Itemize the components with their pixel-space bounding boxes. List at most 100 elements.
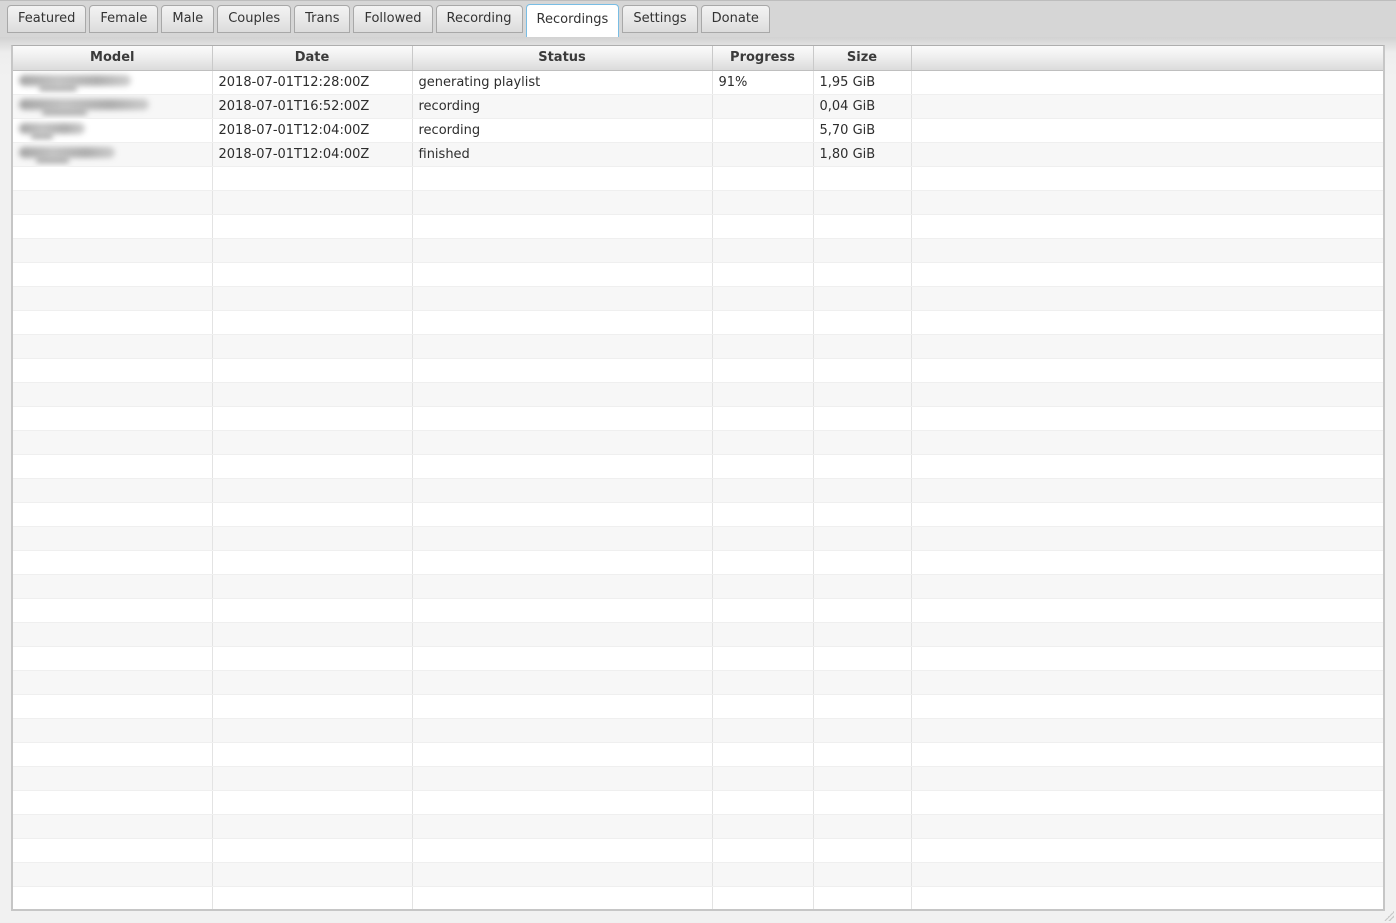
progress-cell (712, 670, 814, 695)
empty-table-row[interactable] (13, 886, 1383, 909)
empty-table-row[interactable] (13, 190, 1383, 215)
status-cell (412, 526, 713, 551)
date-cell (212, 766, 413, 791)
progress-cell (712, 886, 814, 909)
size-cell (813, 358, 912, 383)
empty-table-row[interactable] (13, 598, 1383, 623)
empty-table-row[interactable] (13, 718, 1383, 743)
date-cell (212, 358, 413, 383)
size-cell (813, 478, 912, 503)
redacted-model-name (19, 146, 115, 163)
size-cell: 0,04 GiB (813, 94, 912, 119)
date-cell: 2018-07-01T12:28:00Z (212, 70, 413, 95)
tab-followed[interactable]: Followed (353, 5, 433, 33)
date-cell (212, 838, 413, 863)
status-cell (412, 886, 713, 909)
date-cell (212, 310, 413, 335)
size-cell (813, 430, 912, 455)
filler-cell (911, 214, 1383, 239)
progress-cell (712, 862, 814, 887)
tab-female[interactable]: Female (89, 5, 159, 33)
empty-table-row[interactable] (13, 454, 1383, 479)
model-cell (13, 670, 213, 695)
progress-cell (712, 766, 814, 791)
model-cell (13, 70, 213, 95)
empty-table-row[interactable] (13, 622, 1383, 647)
empty-table-row[interactable] (13, 262, 1383, 287)
empty-table-row[interactable] (13, 334, 1383, 359)
empty-table-row[interactable] (13, 478, 1383, 503)
model-cell (13, 118, 213, 143)
progress-cell (712, 622, 814, 647)
empty-table-row[interactable] (13, 838, 1383, 863)
size-cell (813, 166, 912, 191)
status-cell: finished (412, 142, 713, 167)
date-cell (212, 430, 413, 455)
column-header-filler[interactable] (911, 46, 1383, 71)
date-cell (212, 478, 413, 503)
size-cell (813, 670, 912, 695)
empty-table-row[interactable] (13, 790, 1383, 815)
progress-cell (712, 550, 814, 575)
model-cell (13, 454, 213, 479)
date-cell (212, 262, 413, 287)
empty-table-row[interactable] (13, 766, 1383, 791)
status-cell (412, 862, 713, 887)
table-row[interactable]: 2018-07-01T16:52:00Z recording 0,04 GiB (13, 94, 1383, 119)
table-row[interactable]: 2018-07-01T12:28:00Z generating playlist 9… (13, 70, 1383, 95)
column-header-progress[interactable]: Progress (712, 46, 814, 71)
empty-table-row[interactable] (13, 670, 1383, 695)
empty-table-row[interactable] (13, 214, 1383, 239)
empty-table-row[interactable] (13, 526, 1383, 551)
empty-table-row[interactable] (13, 286, 1383, 311)
model-cell (13, 886, 213, 909)
resize-grip-icon[interactable] (1383, 910, 1395, 922)
filler-cell (911, 430, 1383, 455)
model-cell (13, 598, 213, 623)
empty-table-row[interactable] (13, 862, 1383, 887)
empty-table-row[interactable] (13, 742, 1383, 767)
empty-table-row[interactable] (13, 166, 1383, 191)
table-row[interactable]: 2018-07-01T12:04:00Z recording 5,70 GiB (13, 118, 1383, 143)
empty-table-row[interactable] (13, 694, 1383, 719)
empty-table-row[interactable] (13, 382, 1383, 407)
column-header-size[interactable]: Size (813, 46, 912, 71)
date-cell (212, 742, 413, 767)
empty-table-row[interactable] (13, 550, 1383, 575)
filler-cell (911, 790, 1383, 815)
filler-cell (911, 454, 1383, 479)
date-cell (212, 286, 413, 311)
tab-trans[interactable]: Trans (294, 5, 351, 33)
status-cell (412, 814, 713, 839)
tab-settings[interactable]: Settings (622, 5, 698, 33)
status-cell: recording (412, 118, 713, 143)
filler-cell (911, 718, 1383, 743)
empty-table-row[interactable] (13, 502, 1383, 527)
filler-cell (911, 262, 1383, 287)
tab-donate[interactable]: Donate (700, 5, 770, 33)
status-cell: recording (412, 94, 713, 119)
size-cell (813, 766, 912, 791)
tab-recording[interactable]: Recording (435, 5, 523, 33)
date-cell (212, 814, 413, 839)
tab-recordings[interactable]: Recordings (525, 4, 620, 37)
empty-table-row[interactable] (13, 238, 1383, 263)
date-cell (212, 886, 413, 909)
empty-table-row[interactable] (13, 574, 1383, 599)
tab-couples[interactable]: Couples (217, 5, 292, 33)
empty-table-row[interactable] (13, 430, 1383, 455)
table-row[interactable]: 2018-07-01T12:04:00Z finished 1,80 GiB (13, 142, 1383, 167)
empty-table-row[interactable] (13, 814, 1383, 839)
empty-table-row[interactable] (13, 358, 1383, 383)
empty-table-row[interactable] (13, 646, 1383, 671)
column-header-date[interactable]: Date (212, 46, 413, 71)
status-cell (412, 430, 713, 455)
empty-table-row[interactable] (13, 406, 1383, 431)
filler-cell (911, 166, 1383, 191)
column-header-status[interactable]: Status (412, 46, 713, 71)
empty-table-row[interactable] (13, 310, 1383, 335)
tab-featured[interactable]: Featured (7, 5, 87, 33)
column-header-model[interactable]: Model (13, 46, 213, 71)
progress-cell (712, 526, 814, 551)
tab-male[interactable]: Male (161, 5, 215, 33)
